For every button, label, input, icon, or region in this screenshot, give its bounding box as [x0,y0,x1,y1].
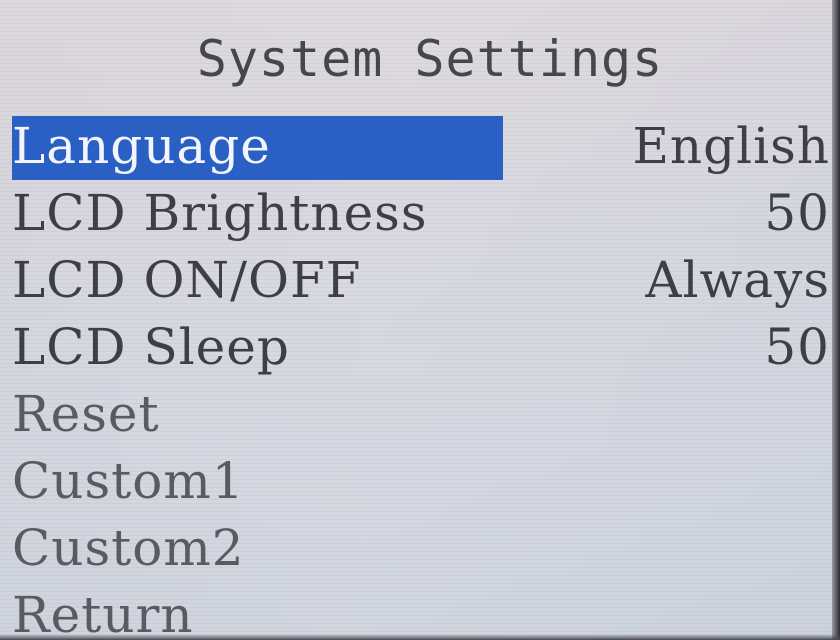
menu-item-label: Reset [12,385,160,443]
screen-bezel-bottom [0,634,840,640]
menu-item-label: LCD ON/OFF [12,251,362,309]
menu-item-lcd-on-off[interactable]: LCD ON/OFF Always [0,246,840,313]
menu-item-label: Return [12,586,194,640]
menu-item-label: LCD Brightness [12,184,428,242]
menu-item-label: LCD Sleep [12,318,290,376]
settings-menu: Language English LCD Brightness 50 LCD O… [0,112,840,640]
menu-item-language[interactable]: Language English [0,112,840,180]
menu-item-return[interactable]: Return [0,581,840,640]
menu-item-custom1[interactable]: Custom1 [0,447,840,514]
menu-item-value: English [632,117,830,175]
menu-item-value: 50 [764,184,830,242]
menu-item-value: Always [645,251,830,309]
menu-item-lcd-sleep[interactable]: LCD Sleep 50 [0,313,840,380]
menu-item-lcd-brightness[interactable]: LCD Brightness 50 [0,179,840,246]
menu-item-label: Custom1 [12,452,245,510]
menu-item-label: Custom2 [12,519,245,577]
screen-bezel-right [832,0,840,640]
lcd-screen: System Settings Language English LCD Bri… [0,0,840,640]
menu-item-label: Language [12,117,271,175]
page-title: System Settings [196,30,664,88]
menu-item-reset[interactable]: Reset [0,380,840,447]
menu-item-custom2[interactable]: Custom2 [0,514,840,581]
menu-item-value: 50 [764,318,830,376]
